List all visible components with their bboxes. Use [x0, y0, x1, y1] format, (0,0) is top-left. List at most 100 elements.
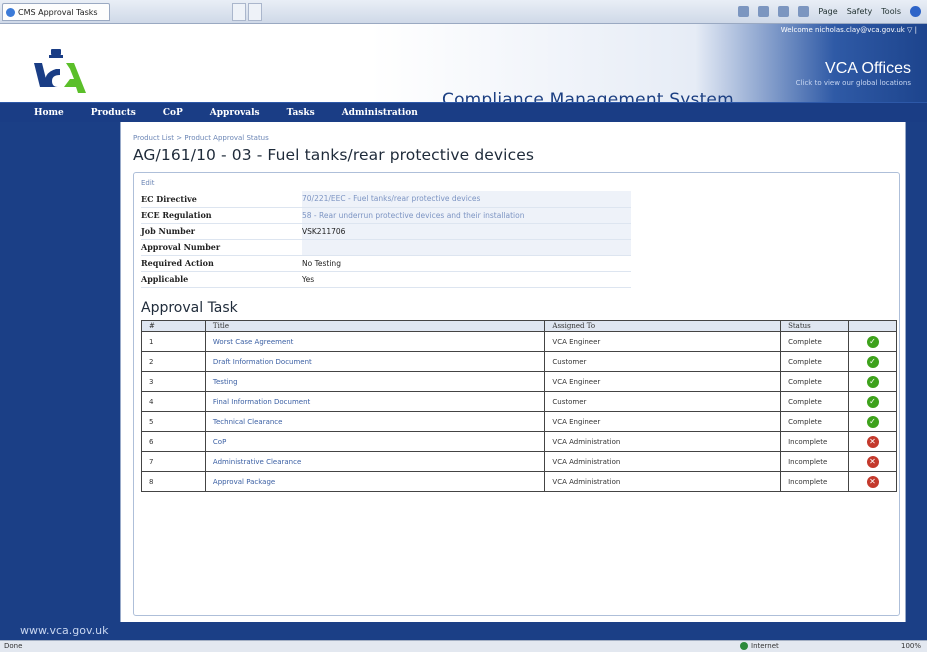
task-assigned-to: Customer	[544, 351, 782, 372]
task-title-link[interactable]: Approval Package	[204, 471, 546, 492]
page-title: AG/161/10 - 03 - Fuel tanks/rear protect…	[133, 146, 535, 164]
footer-url[interactable]: www.vca.gov.uk	[20, 624, 108, 637]
detail-row: Approval Number	[141, 239, 631, 256]
breadcrumb-product-list[interactable]: Product List	[133, 134, 174, 142]
safety-menu[interactable]: Safety	[847, 7, 873, 16]
table-header-row: # Title Assigned To Status	[141, 320, 897, 332]
section-title: Approval Task	[141, 300, 238, 316]
print-icon[interactable]	[798, 6, 810, 17]
table-row: 6 CoP VCA Administration Incomplete ✕	[141, 431, 897, 452]
nav-home[interactable]: Home	[34, 108, 64, 118]
column-header-assigned-to: Assigned To	[544, 320, 782, 332]
task-status: Complete	[780, 391, 850, 412]
table-row: 1 Worst Case Agreement VCA Engineer Complet…	[141, 331, 897, 352]
nav-products[interactable]: Products	[91, 108, 136, 118]
vca-logo[interactable]	[30, 49, 90, 97]
tab-list-button[interactable]	[248, 3, 262, 21]
table-row: 2 Draft Information Document Customer Compl…	[141, 351, 897, 372]
task-title-link[interactable]: Technical Clearance	[204, 411, 546, 432]
task-title-link[interactable]: Worst Case Agreement	[204, 331, 546, 352]
check-icon: ✓	[866, 415, 879, 428]
task-number: 6	[141, 431, 206, 452]
page-icon	[6, 7, 15, 17]
zone-label: Internet	[751, 642, 779, 650]
detail-label: ECE Regulation	[141, 207, 302, 224]
edit-link[interactable]: Edit	[141, 179, 155, 187]
task-assigned-to: VCA Administration	[544, 431, 782, 452]
task-status: Incomplete	[780, 451, 850, 472]
detail-label: EC Directive	[141, 191, 302, 208]
site-header: Welcome nicholas.clay@vca.gov.uk ▽ | Com…	[0, 24, 927, 110]
nav-tasks[interactable]: Tasks	[287, 108, 315, 118]
detail-row: EC Directive 70/221/EEC - Fuel tanks/rea…	[141, 191, 631, 208]
browser-tab[interactable]: CMS Approval Tasks	[2, 3, 110, 21]
approval-task-table: # Title Assigned To Status 1 Worst Case A…	[141, 320, 897, 492]
table-row: 4 Final Information Document Customer Compl…	[141, 391, 897, 412]
tab-title: CMS Approval Tasks	[18, 7, 98, 17]
command-bar: Page Safety Tools	[738, 6, 921, 17]
task-assigned-to: VCA Engineer	[544, 371, 782, 392]
mail-icon[interactable]	[778, 6, 790, 17]
offices-title: VCA Offices	[825, 60, 911, 77]
details-card: Edit EC Directive 70/221/EEC - Fuel tank…	[133, 172, 900, 616]
detail-value	[302, 239, 631, 256]
home-icon[interactable]	[738, 6, 750, 17]
detail-label: Job Number	[141, 223, 302, 240]
zoom-level[interactable]: 100%	[901, 642, 921, 650]
tools-menu[interactable]: Tools	[881, 7, 901, 16]
check-icon: ✓	[866, 395, 879, 408]
task-title-link[interactable]: Testing	[204, 371, 546, 392]
task-assigned-to: VCA Engineer	[544, 411, 782, 432]
ece-regulation-link[interactable]: 58 - Rear underrun protective devices an…	[302, 207, 631, 224]
task-number: 7	[141, 451, 206, 472]
cross-icon: ✕	[866, 435, 879, 448]
task-number: 1	[141, 331, 206, 352]
task-status: Complete	[780, 351, 850, 372]
task-title-link[interactable]: Administrative Clearance	[204, 451, 546, 472]
detail-row: ECE Regulation 58 - Rear underrun protec…	[141, 207, 631, 224]
task-status: Incomplete	[780, 471, 850, 492]
nav-administration[interactable]: Administration	[342, 108, 418, 118]
detail-value: No Testing	[302, 255, 631, 272]
vca-offices-link[interactable]: VCA Offices Click to view our global loc…	[796, 60, 911, 87]
task-title-link[interactable]: Draft Information Document	[204, 351, 546, 372]
table-row: 7 Administrative Clearance VCA Administrat…	[141, 451, 897, 472]
check-icon: ✓	[866, 335, 879, 348]
page-menu[interactable]: Page	[818, 7, 837, 16]
ec-directive-link[interactable]: 70/221/EEC - Fuel tanks/rear protective …	[302, 191, 631, 208]
globe-icon	[740, 642, 748, 650]
status-text: Done	[4, 642, 23, 650]
task-number: 8	[141, 471, 206, 492]
breadcrumb-product-approval-status[interactable]: Product Approval Status	[184, 134, 268, 142]
details-table: EC Directive 70/221/EEC - Fuel tanks/rea…	[141, 191, 631, 288]
breadcrumb: Product List > Product Approval Status	[133, 134, 269, 142]
detail-label: Approval Number	[141, 239, 302, 256]
task-status: Complete	[780, 371, 850, 392]
help-icon[interactable]	[910, 6, 921, 17]
cross-icon: ✕	[866, 475, 879, 488]
task-number: 5	[141, 411, 206, 432]
detail-row: Job Number VSK211706	[141, 223, 631, 240]
nav-cop[interactable]: CoP	[163, 108, 183, 118]
table-row: 8 Approval Package VCA Administration Incom…	[141, 471, 897, 492]
main-nav: Home Products CoP Approvals Tasks Admini…	[0, 102, 927, 122]
detail-value: Yes	[302, 271, 631, 288]
cross-icon: ✕	[866, 455, 879, 468]
nav-approvals[interactable]: Approvals	[210, 108, 260, 118]
feeds-icon[interactable]	[758, 6, 770, 17]
browser-status-bar: Done Internet 100%	[0, 640, 927, 652]
new-tab-button[interactable]	[232, 3, 246, 21]
table-row: 5 Technical Clearance VCA Engineer Complete…	[141, 411, 897, 432]
task-title-link[interactable]: CoP	[204, 431, 546, 452]
task-number: 2	[141, 351, 206, 372]
security-zone[interactable]: Internet	[740, 642, 779, 650]
task-number: 3	[141, 371, 206, 392]
task-assigned-to: VCA Administration	[544, 451, 782, 472]
detail-label: Applicable	[141, 271, 302, 288]
task-title-link[interactable]: Final Information Document	[204, 391, 546, 412]
task-assigned-to: Customer	[544, 391, 782, 412]
check-icon: ✓	[866, 355, 879, 368]
content-panel: Product List > Product Approval Status A…	[120, 122, 906, 622]
detail-label: Required Action	[141, 255, 302, 272]
welcome-text[interactable]: Welcome nicholas.clay@vca.gov.uk ▽ |	[781, 26, 917, 34]
